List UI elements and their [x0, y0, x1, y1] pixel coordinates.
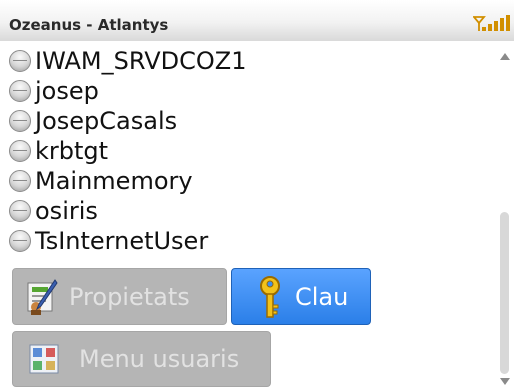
app-title: Ozeanus - Atlantys	[9, 16, 169, 34]
properties-button[interactable]: Propietats	[12, 268, 227, 325]
status-bullet-icon	[9, 230, 31, 252]
user-menu-button[interactable]: Menu usuaris	[12, 331, 271, 387]
user-name: Mainmemory	[35, 167, 193, 195]
list-item[interactable]: osiris	[9, 197, 98, 225]
wifi-signal-bars-icon	[473, 15, 510, 31]
scrollbar[interactable]	[500, 212, 509, 374]
list-item[interactable]: josep	[9, 77, 99, 105]
list-item[interactable]: IWAM_SRVDCOZ1	[9, 47, 246, 75]
status-bullet-icon	[9, 200, 31, 222]
status-bullet-icon	[9, 110, 31, 132]
status-bullet-icon	[9, 50, 31, 72]
user-name: krbtgt	[35, 137, 109, 165]
list-item[interactable]: TsInternetUser	[9, 227, 208, 255]
key-icon	[260, 275, 280, 318]
status-bullet-icon	[9, 80, 31, 102]
status-bullet-icon	[9, 140, 31, 162]
list-item[interactable]: JosepCasals	[9, 107, 177, 135]
user-name: osiris	[35, 197, 98, 225]
key-button[interactable]: Clau	[231, 268, 371, 325]
user-name: JosepCasals	[35, 107, 178, 135]
list-item[interactable]: Mainmemory	[9, 167, 193, 195]
status-bullet-icon	[9, 170, 31, 192]
scroll-down-arrow-icon[interactable]	[500, 378, 510, 385]
user-name: IWAM_SRVDCOZ1	[35, 47, 247, 75]
edit-document-icon	[27, 278, 58, 315]
properties-button-label: Propietats	[69, 282, 190, 311]
user-name: josep	[35, 77, 99, 105]
user-menu-button-label: Menu usuaris	[79, 345, 240, 373]
key-button-label: Clau	[295, 282, 349, 311]
user-name: TsInternetUser	[35, 227, 209, 255]
title-bar: Ozeanus - Atlantys	[0, 0, 514, 41]
scroll-up-arrow-icon[interactable]	[500, 53, 510, 60]
list-item[interactable]: krbtgt	[9, 137, 108, 165]
user-menu-icon	[29, 344, 59, 374]
